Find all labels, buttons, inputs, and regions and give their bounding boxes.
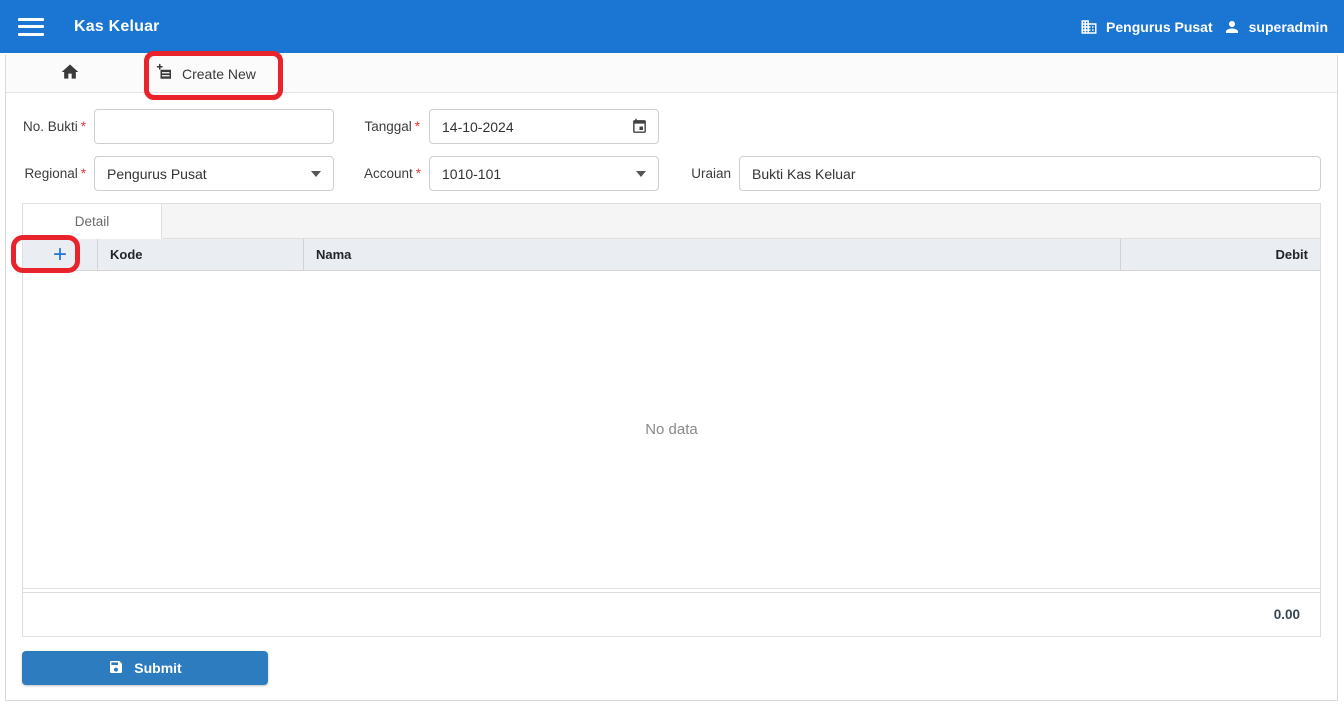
- total-debit: 0.00: [1273, 607, 1300, 622]
- tab-detail[interactable]: Detail: [23, 204, 162, 239]
- add-row-button[interactable]: +: [43, 242, 77, 267]
- page-title: Kas Keluar: [74, 17, 160, 35]
- create-new-label: Create New: [182, 65, 256, 82]
- appbar-right: Pengurus Pusat superadmin: [1080, 18, 1328, 36]
- organization-chip[interactable]: Pengurus Pusat: [1080, 18, 1213, 36]
- home-icon: [60, 62, 80, 85]
- form-row-2: Regional * Pengurus Pusat Account * 1010-1…: [22, 156, 1321, 191]
- organization-name: Pengurus Pusat: [1106, 18, 1213, 35]
- submit-button[interactable]: Submit: [22, 651, 268, 685]
- grid-header: + Kode Nama Debit: [23, 239, 1320, 271]
- detail-panel: Detail + Kode Nama Debit No data 0.00: [22, 203, 1321, 637]
- building-icon: [1080, 18, 1098, 36]
- grid-body: No data: [23, 271, 1320, 589]
- submit-label: Submit: [134, 660, 182, 676]
- home-button[interactable]: [60, 62, 80, 85]
- column-header-debit[interactable]: Debit: [1120, 239, 1320, 270]
- calendar-icon[interactable]: [631, 118, 648, 135]
- tanggal-field: [429, 109, 659, 144]
- content-card: Create New No. Bukti* Tanggal* Regional: [5, 55, 1338, 701]
- tanggal-label: Tanggal *: [364, 119, 420, 134]
- regional-select[interactable]: Pengurus Pusat: [94, 156, 334, 191]
- form-row-1: No. Bukti * Tanggal *: [22, 109, 1321, 144]
- user-chip[interactable]: superadmin: [1223, 18, 1328, 36]
- save-icon: [108, 659, 124, 678]
- uraian-label: Uraian: [691, 166, 731, 181]
- no-bukti-input[interactable]: [95, 110, 333, 143]
- page: Kas Keluar Pengurus Pusat superadmin Cre…: [0, 0, 1344, 709]
- form: No. Bukti* Tanggal* Regional* Pengurus P…: [6, 93, 1337, 191]
- no-bukti-field: [94, 109, 334, 144]
- caret-down-icon: [636, 170, 646, 177]
- account-select[interactable]: 1010-101: [429, 156, 659, 191]
- tanggal-input[interactable]: [430, 110, 631, 143]
- uraian-field: [739, 156, 1321, 191]
- column-header-nama[interactable]: Nama: [303, 239, 1120, 270]
- toolbar: Create New: [6, 55, 1337, 93]
- caret-down-icon: [311, 170, 321, 177]
- column-header-kode[interactable]: Kode: [98, 239, 303, 270]
- person-icon: [1223, 18, 1241, 36]
- account-label: Account *: [364, 166, 422, 181]
- regional-value: Pengurus Pusat: [107, 165, 207, 182]
- menu-icon[interactable]: [18, 17, 44, 36]
- no-data-text: No data: [645, 421, 698, 438]
- tab-strip: Detail: [23, 204, 1320, 239]
- add-row-cell: +: [23, 239, 98, 270]
- username: superadmin: [1248, 18, 1328, 35]
- uraian-input[interactable]: [740, 157, 1320, 190]
- create-new-button[interactable]: Create New: [156, 63, 256, 84]
- no-bukti-label: No. Bukti *: [22, 119, 86, 134]
- create-new-icon: [156, 63, 174, 84]
- regional-label: Regional *: [24, 166, 86, 181]
- grid-footer: 0.00: [23, 592, 1320, 636]
- app-bar: Kas Keluar Pengurus Pusat superadmin: [0, 0, 1344, 53]
- account-value: 1010-101: [442, 165, 502, 182]
